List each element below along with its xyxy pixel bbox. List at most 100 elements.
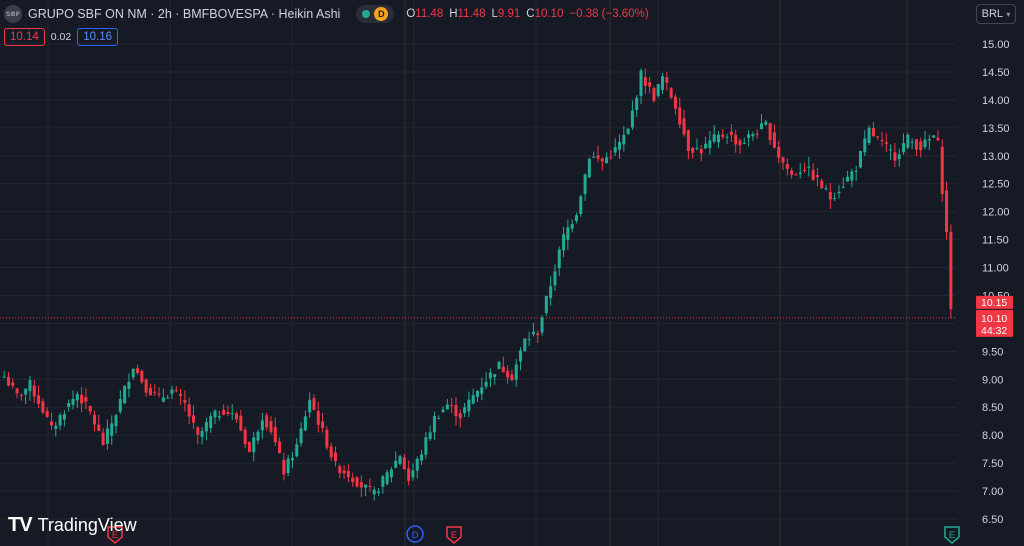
candle-body [127,382,131,389]
candle-body [587,159,591,178]
candle-body [398,456,402,465]
candle-body [260,420,264,431]
candle-body [415,458,419,471]
symbol-logo: SBF [4,5,22,23]
price-tick-label: 11.00 [982,263,1009,275]
candle-body [295,444,299,457]
candle-body [811,170,815,181]
tradingview-logo[interactable]: TV TradingView [8,514,137,537]
symbol-title[interactable]: GRUPO SBF ON NM · 2h · BMFBOVESPA · Heik… [28,7,340,21]
candle-body [648,82,652,87]
candle-body [592,156,596,158]
candle-body [940,146,944,195]
candle-body [846,176,850,182]
candle-body [385,472,389,485]
candle-body [278,441,282,454]
candle-body [28,380,32,392]
candle-body [161,397,165,402]
event-marker-label: E [451,530,457,541]
candle-body [686,130,690,151]
price-tick-label: 7.00 [982,486,1003,498]
candle-body [721,134,725,137]
candle-body [471,395,475,404]
candle-body [540,317,544,333]
candle-body [777,146,781,158]
candle-body [902,143,906,153]
candle-body [239,415,243,431]
candle-body [15,388,19,394]
candle-body [682,118,686,135]
candle-body [527,339,531,341]
candle-body [669,88,673,98]
bar-countdown-label: 44:32 [981,325,1007,337]
candle-body [187,404,191,417]
event-markers[interactable]: EDEE [107,525,960,544]
candle-body [493,374,497,378]
candle-body [140,370,144,383]
candle-body [807,166,811,168]
chart-grid [0,0,957,546]
candle-body [441,409,445,413]
price-tick-label: 6.50 [982,514,1003,526]
chart-legend-header: SBF GRUPO SBF ON NM · 2h · BMFBOVESPA · … [4,4,649,24]
candle-body [196,427,200,435]
candle-body [643,77,647,86]
candle-body [75,393,79,401]
price-tick-label: 14.50 [982,67,1010,79]
candle-body [884,142,888,144]
candle-body [695,147,699,149]
candle-body [596,155,600,159]
candle-body [639,70,643,97]
candle-body [6,376,10,386]
candle-body [420,454,424,461]
candle-body [858,151,862,168]
candle-body [927,138,931,141]
ohlc-values: O11.48 H11.48 L9.91 C10.10 −0.38 (−3.60%… [406,8,648,20]
candle-body [24,388,28,395]
candle-body [342,470,346,474]
candle-body [32,385,36,397]
candle-body [11,382,15,386]
candle-body [118,398,122,412]
candle-body [600,158,604,162]
bid-price-label: 10.15 [981,297,1007,309]
price-axis[interactable]: 15.00 14.50 14.00 13.50 13.00 12.50 12.00 11.50… [957,0,1024,546]
candle-body [544,295,548,313]
currency-label: BRL [981,8,1004,20]
currency-selector[interactable]: BRL ▾ [976,4,1016,24]
candle-body [833,197,837,199]
candle-body [488,372,492,379]
candle-body [553,271,557,286]
buy-price-button[interactable]: 10.16 [77,28,118,46]
candle-body [583,174,587,195]
candle-body [764,121,768,125]
market-status[interactable]: D [356,5,395,23]
candle-body [803,169,807,171]
candle-body [949,231,953,310]
candle-body [325,429,329,448]
candle-body [932,135,936,138]
sell-price-button[interactable]: 10.14 [4,28,45,46]
price-chart[interactable]: 15.00 14.50 14.00 13.50 13.00 12.50 12.00 11.50… [0,0,1024,546]
ohlc-high: H11.48 [449,8,486,20]
candle-body [605,157,609,164]
candle-body [519,350,523,362]
candle-body [708,140,712,148]
candle-body [368,485,372,487]
candle-body [716,134,720,143]
price-tick-label: 9.50 [982,346,1003,358]
candle-body [62,414,66,420]
candle-body [286,458,290,474]
candle-body [381,476,385,487]
candle-body [497,361,501,369]
candle-body [394,460,398,468]
candle-body [609,156,613,158]
candle-body [738,140,742,146]
candle-body [97,424,101,431]
candle-body [863,138,867,153]
candle-body [136,368,140,373]
price-tick-label: 13.00 [982,151,1010,163]
candle-body [794,174,798,176]
candle-body [333,452,338,462]
candle-body [760,123,764,130]
